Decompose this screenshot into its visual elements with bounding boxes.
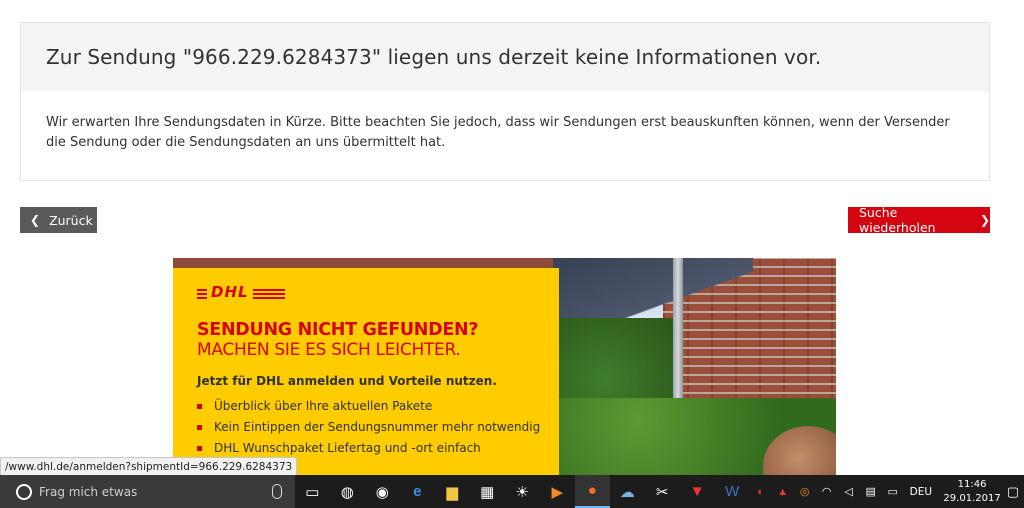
webcam-app-icon[interactable]: ◉ xyxy=(365,475,400,508)
notification-center-icon[interactable]: ▢ xyxy=(1002,475,1024,508)
taskbar-search-box[interactable]: Frag mich etwas xyxy=(0,475,295,508)
tools-app-icon[interactable]: ✂ xyxy=(645,475,680,508)
cortana-icon xyxy=(16,483,32,500)
list-item: DHL Wunschpaket Liefertag und -ort einfa… xyxy=(197,438,559,459)
volume-icon[interactable]: ◁ xyxy=(840,475,858,508)
input-language[interactable]: DEU xyxy=(910,486,932,498)
chevron-right-icon: ❯ xyxy=(979,213,990,227)
task-view-icon[interactable]: ▭ xyxy=(295,475,330,508)
dhl-logo: DHL xyxy=(197,283,285,301)
globe-app-icon[interactable]: ◍ xyxy=(330,475,365,508)
wifi-icon[interactable]: ◠ xyxy=(818,475,836,508)
back-button-label: Zurück xyxy=(49,212,93,228)
bullet-icon xyxy=(197,425,202,430)
repeat-search-button[interactable]: Suche wiederholen ❯ xyxy=(848,205,990,235)
windows-taskbar: Frag mich etwas ▭ ◍ ◉ e ▆ ▦ ☀ ▶ ● ☁ ✂ ▼ … xyxy=(0,475,1024,508)
promo-card: DHL SENDUNG NICHT GEFUNDEN? MACHEN SIE E… xyxy=(173,268,559,475)
shield-app-icon[interactable]: ▼ xyxy=(680,475,715,508)
list-item: Überblick über Ihre aktuellen Pakete xyxy=(197,396,559,417)
list-item: Kein Eintippen der Sendungsnummer mehr n… xyxy=(197,417,559,438)
microphone-icon[interactable] xyxy=(271,484,282,499)
page: Zur Sendung "966.229.6284373" liegen uns… xyxy=(0,0,1024,508)
clock-date: 29.01.2017 xyxy=(943,492,1001,504)
file-explorer-icon[interactable]: ▆ xyxy=(435,475,470,508)
taskbar-search-placeholder: Frag mich etwas xyxy=(39,484,138,499)
lifebuoy-tray-icon[interactable]: ◎ xyxy=(796,475,814,508)
bullet-icon xyxy=(197,404,202,409)
battery-icon[interactable]: ▭ xyxy=(884,475,902,508)
promo-subline: MACHEN SIE ES SICH LEICHTER. xyxy=(197,340,461,360)
cloud-app-icon[interactable]: ☁ xyxy=(610,475,645,508)
bullet-icon xyxy=(197,446,202,451)
promo-benefits-list: Überblick über Ihre aktuellen Pakete Kei… xyxy=(197,396,559,459)
store-icon[interactable]: ▦ xyxy=(470,475,505,508)
promo-headline: SENDUNG NICHT GEFUNDEN? xyxy=(197,320,479,340)
promo-cta: Jetzt für DHL anmelden und Vorteile nutz… xyxy=(197,374,497,388)
shipment-info-heading: Zur Sendung "966.229.6284373" liegen uns… xyxy=(46,45,822,69)
login-promo-banner[interactable]: DHL SENDUNG NICHT GEFUNDEN? MACHEN SIE E… xyxy=(173,258,836,475)
shipment-info-body: Wir erwarten Ihre Sendungsdaten in Kürze… xyxy=(46,115,950,150)
chevron-left-icon: ❮ xyxy=(30,213,41,227)
system-tray: ◐ ▲ ◎ ◠ ◁ ▤ ▭ DEU 11:46 29.01.2017 ▢ xyxy=(750,475,1024,508)
word-icon[interactable]: W xyxy=(715,475,750,508)
shipment-info-panel: Zur Sendung "966.229.6284373" liegen uns… xyxy=(20,22,990,181)
network-icon[interactable]: ▤ xyxy=(862,475,880,508)
taskbar-clock[interactable]: 11:46 29.01.2017 xyxy=(942,478,1002,506)
antivirus-tray-icon[interactable]: ▲ xyxy=(774,475,792,508)
brightness-app-icon[interactable]: ☀ xyxy=(505,475,540,508)
shipment-info-header: Zur Sendung "966.229.6284373" liegen uns… xyxy=(21,23,989,91)
firefox-icon[interactable]: ● xyxy=(574,475,610,508)
back-button[interactable]: ❮ Zurück xyxy=(20,207,97,233)
edge-browser-icon[interactable]: e xyxy=(400,475,435,508)
media-player-icon[interactable]: ▶ xyxy=(540,475,575,508)
dhl-logo-text: DHL xyxy=(207,283,253,301)
link-status-url: /www.dhl.de/anmelden?shipmentId=966.229.… xyxy=(0,457,298,476)
app-tray-icon[interactable]: ◐ xyxy=(752,475,770,508)
repeat-search-label: Suche wiederholen xyxy=(859,205,936,235)
clock-time: 11:46 xyxy=(957,478,987,490)
